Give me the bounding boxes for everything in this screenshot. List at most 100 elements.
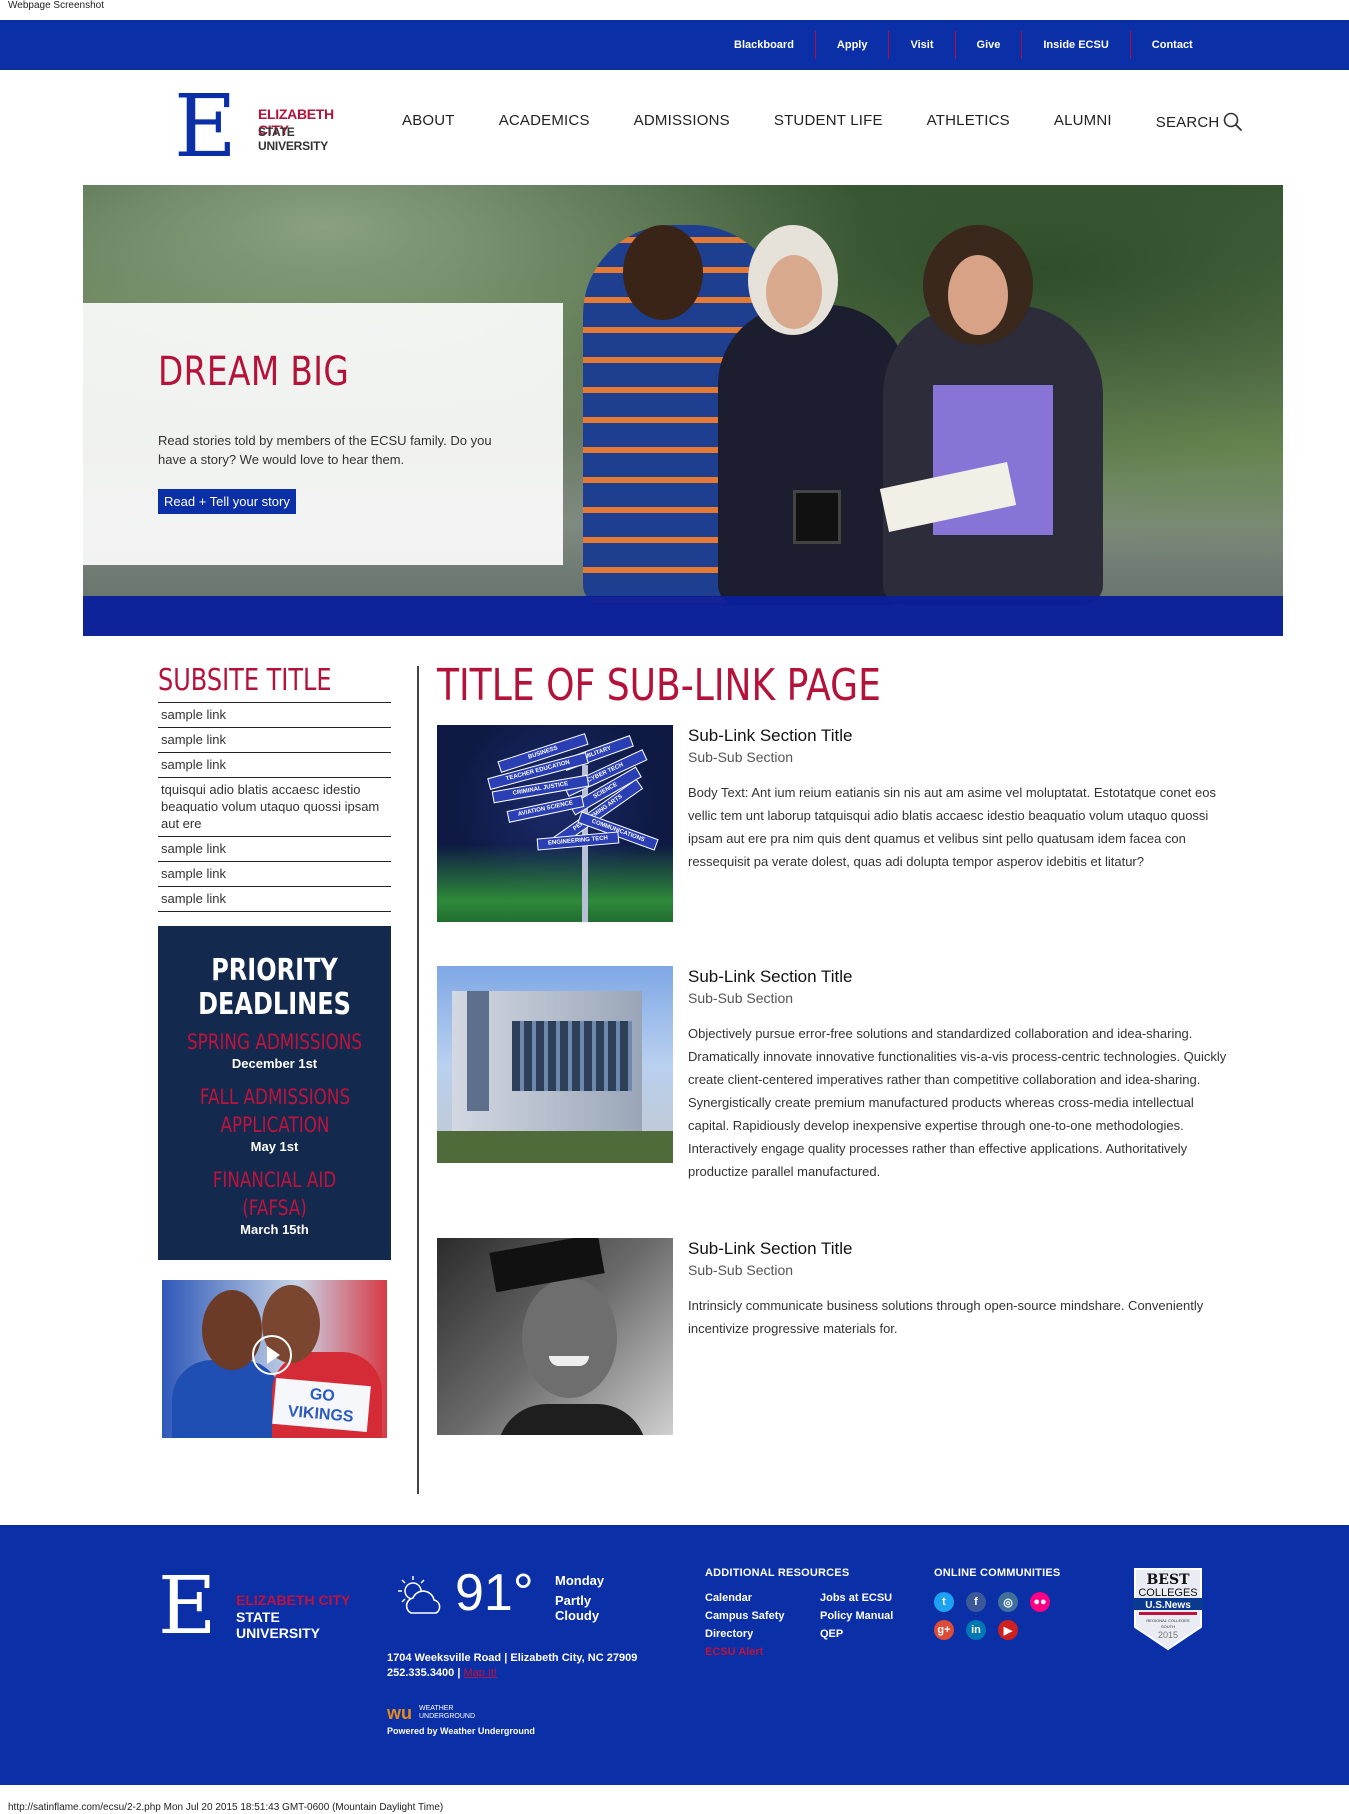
promo-sign-text: GO VIKINGS: [287, 1385, 355, 1426]
hero-person: [718, 305, 908, 605]
hero-person-head: [623, 225, 703, 320]
sidebar-link[interactable]: sample link: [158, 862, 391, 887]
wu-logo-text-line1: WEATHER: [419, 1705, 454, 1712]
weather-temperature: 91°: [455, 1564, 534, 1622]
deadline-label: FALL ADMISSIONS APPLICATION: [199, 1085, 350, 1137]
footer-link-jobs[interactable]: Jobs at ECSU: [820, 1592, 910, 1604]
section-text: Sub-Link Section Title Sub-Sub Section B…: [688, 725, 1228, 873]
sidebar-link[interactable]: sample link: [158, 728, 391, 753]
section-subtitle: Sub-Sub Section: [688, 749, 794, 765]
section-body: Body Text: Ant ium reium eatianis sin ni…: [688, 785, 1216, 869]
capture-url: http://satinflame.com/ecsu/2-2.php Mon J…: [8, 1802, 444, 1813]
resources-heading: ADDITIONAL RESOURCES: [705, 1567, 850, 1579]
best-colleges-badge: BEST COLLEGES U.S.News REGIONAL COLLEGES…: [1133, 1568, 1203, 1651]
section-body: Intrinsicly communicate business solutio…: [688, 1298, 1204, 1336]
nav-admissions[interactable]: ADMISSIONS: [634, 112, 730, 132]
sidebar-link[interactable]: sample link: [158, 753, 391, 778]
section-image-building: [437, 966, 673, 1163]
twitter-icon[interactable]: t: [934, 1592, 954, 1612]
footer-logo[interactable]: E ELIZABETH CITY STATE UNIVERSITY: [158, 1566, 358, 1646]
subsite-title: SUBSITE TITLE: [158, 663, 332, 698]
graduate-gown: [497, 1404, 647, 1435]
badge-usnews: U.S.News: [1145, 1600, 1191, 1611]
hero-text: Read stories told by members of the ECSU…: [158, 433, 492, 467]
address-city: Elizabeth City, NC 27909: [510, 1652, 638, 1664]
graduate-face: [522, 1278, 617, 1398]
social-icons: t f ◎ ●● g+ in ▶: [934, 1592, 1062, 1640]
facebook-icon[interactable]: f: [966, 1592, 986, 1612]
sidebar-link[interactable]: sample link: [158, 703, 391, 728]
nav-student-life[interactable]: STUDENT LIFE: [774, 112, 883, 132]
utility-link-give[interactable]: Give: [956, 30, 1022, 60]
communities-heading: ONLINE COMMUNITIES: [934, 1567, 1061, 1579]
search-button[interactable]: SEARCH: [1156, 112, 1244, 132]
weather-underground-credit[interactable]: wu WEATHER UNDERGROUND Powered by Weathe…: [387, 1703, 535, 1736]
partly-cloudy-icon: [398, 1576, 441, 1614]
section-title: Sub-Link Section Title: [688, 967, 853, 986]
section-text: Sub-Link Section Title Sub-Sub Section O…: [688, 966, 1228, 1183]
footer-link-campus-safety[interactable]: Campus Safety: [705, 1610, 820, 1622]
wu-powered-by: Powered by Weather Underground: [387, 1726, 535, 1736]
nav-athletics[interactable]: ATHLETICS: [927, 112, 1010, 132]
resources-links: Calendar Jobs at ECSU Campus Safety Poli…: [705, 1592, 910, 1658]
hero-person-face: [766, 255, 822, 329]
play-icon[interactable]: [252, 1335, 292, 1375]
building-column: [467, 991, 489, 1111]
deadline-date: May 1st: [250, 1139, 299, 1154]
signpost-sign: AVIATION SCIENCE: [506, 795, 585, 823]
nav-academics[interactable]: ACADEMICS: [499, 112, 590, 132]
building-lawn: [437, 1131, 673, 1163]
utility-link-blackboard[interactable]: Blackboard: [713, 30, 815, 60]
googleplus-icon[interactable]: g+: [934, 1620, 954, 1640]
utility-bar: Blackboard Apply Visit Give Inside ECSU …: [0, 20, 1349, 70]
address-street: 1704 Weeksville Road: [387, 1652, 502, 1664]
hero-tablet: [793, 490, 841, 544]
footer-link-calendar[interactable]: Calendar: [705, 1592, 820, 1604]
badge-colleges: COLLEGES: [1138, 1587, 1197, 1599]
search-icon: [1224, 112, 1243, 132]
logo-letter: E: [174, 77, 237, 177]
wu-logo-icon: wu: [387, 1703, 412, 1723]
badge-year: 2015: [1158, 1630, 1178, 1640]
instagram-icon[interactable]: ◎: [998, 1592, 1018, 1612]
utility-nav: Blackboard Apply Visit Give Inside ECSU …: [713, 20, 1214, 70]
weather-day: Monday: [555, 1573, 605, 1588]
sidebar-link[interactable]: sample link: [158, 837, 391, 862]
wu-logo-text: WEATHER UNDERGROUND: [419, 1705, 475, 1721]
deadlines-heading: PRIORITY DEADLINES: [181, 954, 367, 1022]
map-it-link[interactable]: Map It!: [464, 1667, 498, 1679]
building-windows: [512, 1021, 632, 1091]
promo-video[interactable]: GO VIKINGS: [162, 1280, 387, 1438]
linkedin-icon[interactable]: in: [966, 1620, 986, 1640]
section-subtitle: Sub-Sub Section: [688, 1262, 794, 1278]
sidebar-link[interactable]: sample link: [158, 887, 391, 912]
section-title: Sub-Link Section Title: [688, 726, 853, 745]
utility-link-apply[interactable]: Apply: [816, 30, 889, 60]
deadline-label: SPRING ADMISSIONS: [187, 1030, 362, 1054]
hero-title: DREAM BIG: [158, 349, 350, 395]
nav-alumni[interactable]: ALUMNI: [1054, 112, 1112, 132]
footer-link-ecsu-alert[interactable]: ECSU Alert: [705, 1646, 820, 1658]
youtube-icon[interactable]: ▶: [998, 1620, 1018, 1640]
deadlines-heading-line1: PRIORITY: [211, 953, 338, 988]
utility-link-inside-ecsu[interactable]: Inside ECSU: [1022, 30, 1129, 60]
site-footer: E ELIZABETH CITY STATE UNIVERSITY 91° Mo…: [0, 1525, 1349, 1785]
footer-link-policy-manual[interactable]: Policy Manual: [820, 1610, 910, 1622]
deadline-date: December 1st: [231, 1056, 318, 1071]
footer-logo-letter: E: [158, 1559, 217, 1652]
utility-link-visit[interactable]: Visit: [889, 30, 954, 60]
nav-about[interactable]: ABOUT: [402, 112, 455, 132]
footer-link-qep[interactable]: QEP: [820, 1628, 910, 1640]
hero-cta-button[interactable]: Read + Tell your story: [158, 489, 296, 514]
badge-best: BEST: [1146, 1572, 1190, 1588]
utility-link-contact[interactable]: Contact: [1131, 30, 1214, 60]
sidebar-link[interactable]: tquisqui adio blatis accaesc idestio bea…: [158, 778, 391, 837]
main-nav: ABOUT ACADEMICS ADMISSIONS STUDENT LIFE …: [380, 112, 1265, 132]
page-title: TITLE OF SUB-LINK PAGE: [437, 660, 881, 711]
section-image-signpost: BUSINESS MILITARY TEACHER EDUCATION CYBER T…: [437, 725, 673, 922]
site-logo[interactable]: E ELIZABETH CITY STATE UNIVERSITY: [174, 84, 364, 170]
address-phone: 252.335.3400: [387, 1667, 455, 1679]
section-image-graduate: [437, 1238, 673, 1435]
footer-link-directory[interactable]: Directory: [705, 1628, 820, 1640]
flickr-icon[interactable]: ●●: [1030, 1592, 1050, 1612]
